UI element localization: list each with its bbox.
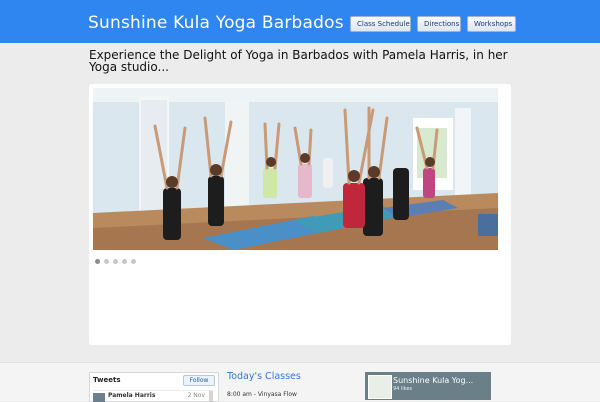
todays-classes-title: Today's Classes	[227, 371, 301, 382]
class-item: 8:00 am - Vinyasa Flow	[227, 391, 297, 398]
page-headline: Experience the Delight of Yoga in Barbad…	[89, 48, 508, 74]
site-header: Sunshine Kula Yoga Barbados Class Schedu…	[0, 0, 600, 43]
facebook-likes: 94 likes	[393, 386, 413, 392]
follow-button[interactable]: Follow	[183, 375, 215, 386]
avatar	[93, 393, 105, 402]
slider-dot-4[interactable]	[122, 259, 127, 264]
slider-dots	[95, 259, 136, 264]
main-nav: Class Schedule Directions Workshops	[350, 16, 516, 32]
tweets-title: Tweets	[93, 376, 121, 384]
tweet-date: 2 Nov	[187, 392, 205, 399]
slider-dot-5[interactable]	[131, 259, 136, 264]
yoga-class-illustration	[93, 88, 498, 250]
yoga-class-photo[interactable]	[93, 88, 498, 250]
facebook-page-widget[interactable]: Sunshine Kula Yog... 94 likes	[365, 372, 491, 400]
twitter-widget: Tweets Follow Pamela Harris 2 Nov	[89, 372, 219, 402]
nav-workshops-button[interactable]: Workshops	[467, 16, 516, 32]
slider-card	[89, 84, 511, 345]
slider-dot-2[interactable]	[104, 259, 109, 264]
nav-directions-button[interactable]: Directions	[417, 16, 461, 32]
tweet-item[interactable]: Pamela Harris 2 Nov	[93, 390, 213, 402]
slider-dot-3[interactable]	[113, 259, 118, 264]
tweet-author[interactable]: Pamela Harris	[108, 392, 155, 399]
tweets-scrollbar[interactable]	[209, 391, 213, 402]
site-title[interactable]: Sunshine Kula Yoga Barbados	[88, 13, 344, 33]
nav-class-schedule-button[interactable]: Class Schedule	[350, 16, 411, 32]
facebook-page-name[interactable]: Sunshine Kula Yog...	[393, 376, 473, 385]
slider-dot-1[interactable]	[95, 259, 100, 264]
studio-logo	[368, 375, 392, 399]
